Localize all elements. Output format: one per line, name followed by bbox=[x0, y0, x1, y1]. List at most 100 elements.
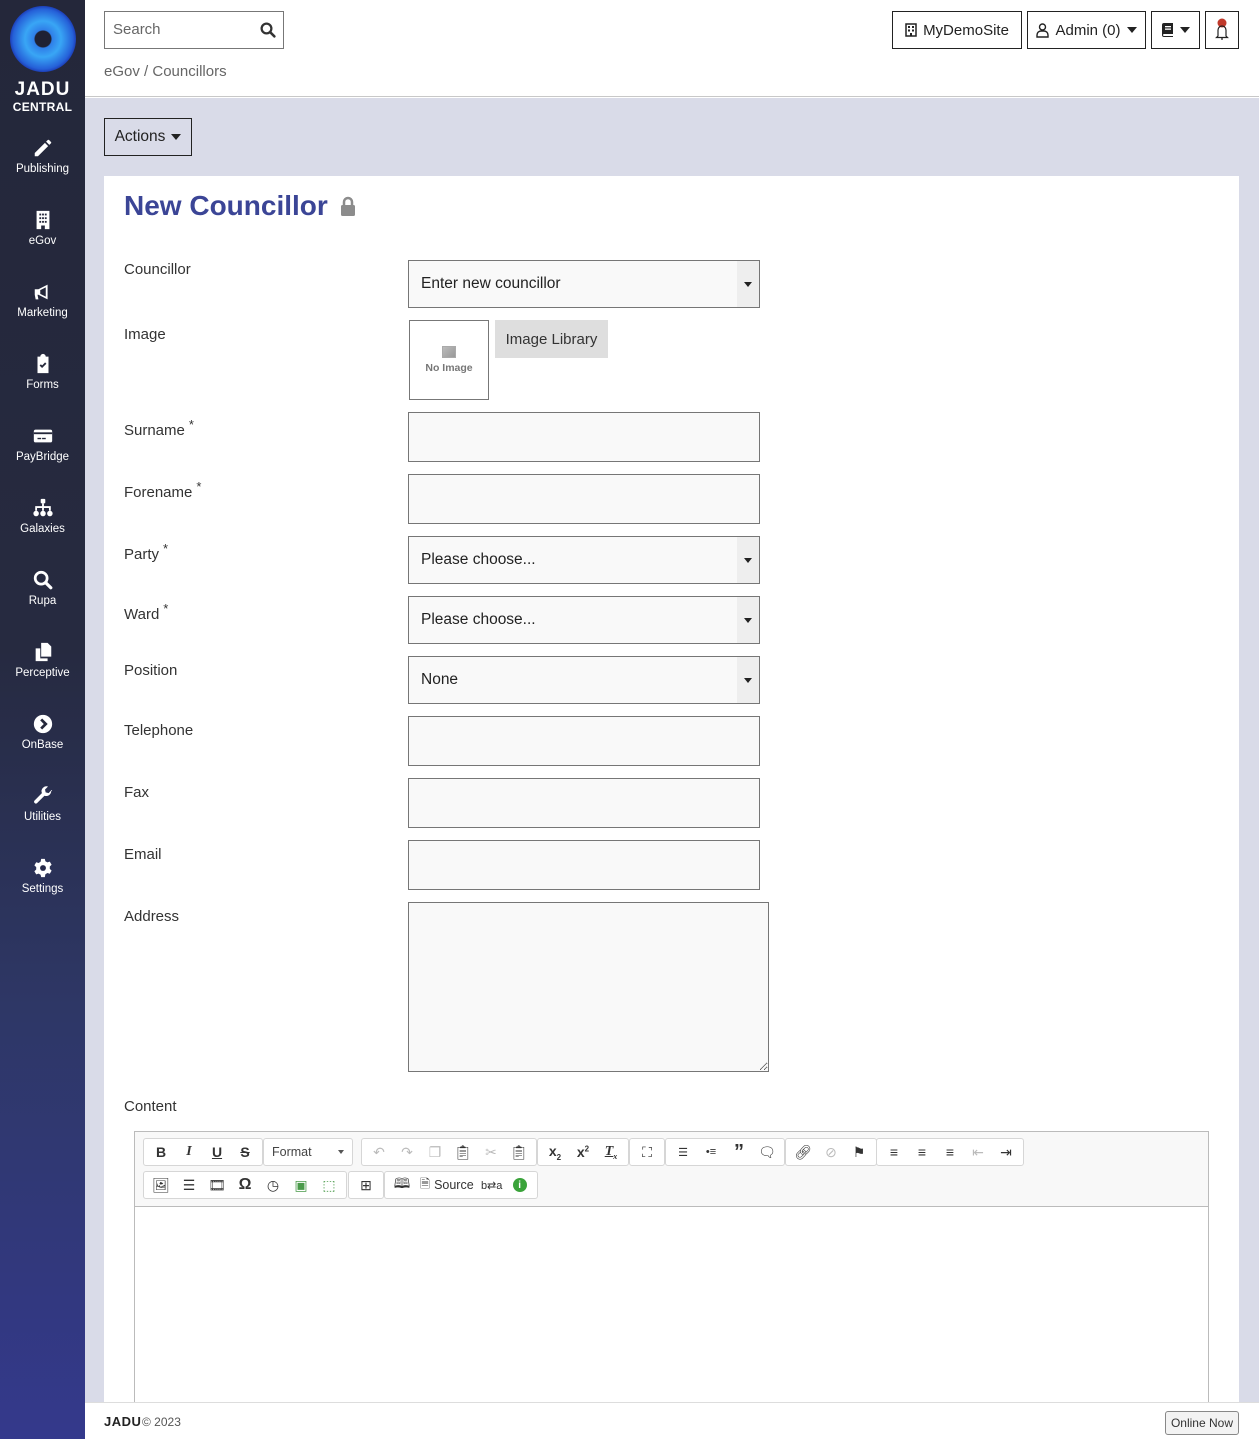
align-center-icon: ≡ bbox=[917, 1144, 927, 1160]
sidebar-item-label: PayBridge bbox=[15, 451, 70, 463]
toolbar-group-links: 🔗︎ ⊘ ⚑ bbox=[785, 1138, 877, 1166]
template-button[interactable]: ⬚ bbox=[315, 1173, 343, 1197]
address-field-wrapper bbox=[408, 902, 769, 1072]
bulleted-list-button[interactable]: •≡ bbox=[697, 1140, 725, 1164]
superscript-button[interactable]: x2 bbox=[569, 1140, 597, 1164]
redo-icon: ↷ bbox=[401, 1143, 413, 1160]
format-dropdown-button[interactable]: Format bbox=[264, 1140, 352, 1164]
search-icon[interactable] bbox=[259, 21, 277, 39]
link-button[interactable]: 🔗︎ bbox=[789, 1140, 817, 1164]
bold-button[interactable]: B bbox=[147, 1140, 175, 1164]
toolbar-group-maximize: ⛶ bbox=[629, 1138, 665, 1166]
sidebar-item-publishing[interactable]: Publishing bbox=[0, 137, 85, 197]
forename-input[interactable] bbox=[409, 475, 759, 523]
underline-button[interactable]: U bbox=[203, 1140, 231, 1164]
party-select[interactable]: Please choose... bbox=[408, 536, 760, 584]
notifications-button[interactable] bbox=[1205, 11, 1239, 49]
maximize-button[interactable]: ⛶ bbox=[633, 1140, 661, 1164]
fax-input[interactable] bbox=[409, 779, 759, 827]
email-input[interactable] bbox=[409, 841, 759, 889]
format-dropdown[interactable]: Format bbox=[263, 1138, 353, 1166]
help-menu-button[interactable] bbox=[1151, 11, 1200, 49]
jadu-central-logo[interactable]: JADU CENTRAL bbox=[0, 0, 85, 120]
cut-button[interactable]: ✂ bbox=[477, 1140, 505, 1164]
book-open-icon: 🕮︎ bbox=[393, 1175, 411, 1191]
councillor-select[interactable]: Enter new councillor bbox=[408, 260, 760, 308]
undo-button[interactable]: ↶ bbox=[365, 1140, 393, 1164]
search-input[interactable] bbox=[113, 21, 253, 38]
chevron-circle-right-icon bbox=[33, 714, 52, 734]
surname-input[interactable] bbox=[409, 413, 759, 461]
numbered-list-button[interactable]: ☰ bbox=[669, 1140, 697, 1164]
telephone-input[interactable] bbox=[409, 717, 759, 765]
sidebar-item-rupa[interactable]: Rupa bbox=[0, 569, 85, 629]
ward-select[interactable]: Please choose... bbox=[408, 596, 760, 644]
align-center-button[interactable]: ≡ bbox=[908, 1140, 936, 1164]
subscript-button[interactable]: x2 bbox=[541, 1140, 569, 1164]
comment-button[interactable]: 🗨︎ bbox=[753, 1140, 781, 1164]
blockquote-button[interactable]: ” bbox=[725, 1140, 753, 1164]
outdent-button[interactable]: ⇤ bbox=[964, 1140, 992, 1164]
paste-button[interactable]: 📋︎ bbox=[449, 1140, 477, 1164]
glossary-button[interactable]: 🕮︎ bbox=[388, 1173, 416, 1197]
table-button[interactable]: ⊞ bbox=[352, 1173, 380, 1197]
sidebar-item-settings[interactable]: Settings bbox=[0, 857, 85, 917]
media-button[interactable]: 🎞︎ bbox=[203, 1173, 231, 1197]
address-label-text: Address bbox=[124, 908, 180, 925]
sidebar-item-perceptive[interactable]: Perceptive bbox=[0, 641, 85, 701]
time-button[interactable]: ◷ bbox=[259, 1173, 287, 1197]
special-char-button[interactable]: Ω bbox=[231, 1173, 259, 1197]
position-label: Position bbox=[124, 662, 177, 679]
actions-button[interactable]: Actions bbox=[104, 118, 192, 156]
sidebar-item-marketing[interactable]: Marketing bbox=[0, 281, 85, 341]
sidebar: JADU CENTRAL Publishing eGov Marketing F… bbox=[0, 0, 85, 1439]
info-button[interactable]: i bbox=[506, 1173, 534, 1197]
replace-icon: b⇄a bbox=[480, 1179, 503, 1192]
align-right-button[interactable]: ≡ bbox=[936, 1140, 964, 1164]
site-button-label: MyDemoSite bbox=[923, 21, 1009, 39]
unlink-button[interactable]: ⊘ bbox=[817, 1140, 845, 1164]
copy-icon bbox=[35, 642, 51, 662]
align-right-icon: ≡ bbox=[945, 1144, 955, 1160]
align-left-button[interactable]: ≡ bbox=[880, 1140, 908, 1164]
image-icon: 🖼︎ bbox=[152, 1176, 170, 1193]
date-button[interactable]: ▣ bbox=[287, 1173, 315, 1197]
sidebar-item-galaxies[interactable]: Galaxies bbox=[0, 497, 85, 557]
paste-icon: 📋︎ bbox=[454, 1143, 472, 1160]
horizontal-rule-button[interactable]: ☰ bbox=[175, 1173, 203, 1197]
copy-button[interactable]: ❐ bbox=[421, 1140, 449, 1164]
sidebar-item-paybridge[interactable]: PayBridge bbox=[0, 425, 85, 485]
redo-button[interactable]: ↷ bbox=[393, 1140, 421, 1164]
sidebar-item-forms[interactable]: Forms bbox=[0, 353, 85, 413]
party-label-text: Party bbox=[124, 546, 160, 563]
editor-content-area[interactable] bbox=[135, 1207, 1208, 1403]
chevron-down-icon bbox=[1180, 27, 1190, 33]
sidebar-item-utilities[interactable]: Utilities bbox=[0, 785, 85, 845]
strikethrough-button[interactable]: S bbox=[231, 1140, 259, 1164]
sidebar-item-onbase[interactable]: OnBase bbox=[0, 713, 85, 773]
anchor-button[interactable]: ⚑ bbox=[845, 1140, 873, 1164]
bold-icon: B bbox=[155, 1144, 167, 1160]
cut-icon: ✂ bbox=[485, 1143, 497, 1160]
remove-format-button[interactable]: Tx bbox=[597, 1140, 625, 1164]
toolbar-group-table: ⊞ bbox=[348, 1171, 384, 1199]
email-label: Email bbox=[124, 846, 162, 863]
sidebar-item-egov[interactable]: eGov bbox=[0, 209, 85, 269]
italic-button[interactable]: I bbox=[175, 1140, 203, 1164]
breadcrumb-egov[interactable]: eGov bbox=[104, 63, 140, 80]
online-now-button[interactable]: Online Now bbox=[1164, 1411, 1239, 1435]
user-menu-button[interactable]: Admin (0) bbox=[1027, 11, 1146, 49]
find-replace-button[interactable]: b⇄a bbox=[478, 1173, 506, 1197]
site-button[interactable]: MyDemoSite bbox=[892, 11, 1022, 49]
address-textarea[interactable] bbox=[409, 903, 768, 1071]
image-button[interactable]: 🖼︎ bbox=[147, 1173, 175, 1197]
sidebar-item-label: Utilities bbox=[23, 811, 62, 823]
table-icon: ⊞ bbox=[360, 1176, 372, 1193]
indent-button[interactable]: ⇥ bbox=[992, 1140, 1020, 1164]
source-button[interactable]: 🗎︎ Source bbox=[416, 1173, 478, 1197]
surname-label-text: Surname bbox=[124, 422, 185, 439]
breadcrumb: eGov / Councillors bbox=[104, 63, 227, 80]
paste-from-word-button[interactable]: 📋︎ bbox=[505, 1140, 533, 1164]
image-library-button[interactable]: Image Library bbox=[495, 320, 608, 358]
position-select[interactable]: None bbox=[408, 656, 760, 704]
